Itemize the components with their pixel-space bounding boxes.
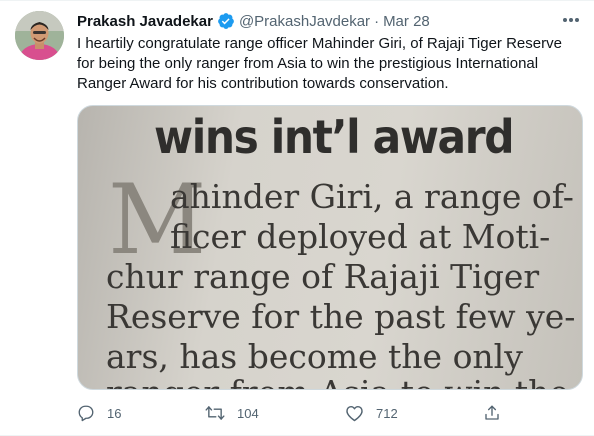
share-icon — [483, 404, 501, 422]
reply-icon — [77, 404, 95, 422]
tweet-text: I heartily congratulate range officer Ma… — [77, 34, 577, 94]
avatar[interactable] — [15, 11, 64, 60]
tweet-timestamp[interactable]: Mar 28 — [383, 13, 430, 30]
verified-badge-icon — [217, 12, 235, 30]
author-name[interactable]: Prakash Javadekar — [77, 13, 213, 30]
avatar-image — [15, 11, 64, 60]
clipping-line: ahinder Giri, a range of- — [170, 177, 574, 216]
tweet[interactable]: Prakash Javadekar @PrakashJavdekar · Mar… — [0, 0, 594, 436]
author-handle[interactable]: @PrakashJavdekar — [239, 13, 370, 30]
tweet-text-line: I heartily congratulate range officer Ma… — [77, 35, 562, 52]
clipping-line: Reserve for the past few ye- — [106, 297, 576, 336]
separator-dot: · — [374, 12, 380, 30]
share-button[interactable] — [483, 401, 501, 425]
like-count: 712 — [376, 405, 398, 421]
newspaper-clipping: wins int’l award M ahinder Giri, a range… — [78, 106, 582, 389]
tweet-actions: 16 104 712 — [77, 401, 507, 425]
more-options-icon[interactable] — [560, 11, 582, 29]
tweet-text-line: for being the only ranger from Asia to w… — [77, 55, 539, 72]
tweet-header: Prakash Javadekar @PrakashJavdekar · Mar… — [77, 12, 574, 30]
tweet-text-line: Ranger Award for his contribution toward… — [77, 75, 449, 92]
reply-button[interactable]: 16 — [77, 401, 121, 425]
retweet-icon — [205, 404, 225, 422]
clipping-line: ars, has become the only — [106, 337, 523, 376]
clipping-headline: wins int’l award — [154, 110, 515, 164]
like-icon — [345, 404, 364, 422]
like-button[interactable]: 712 — [345, 401, 398, 425]
reply-count: 16 — [107, 405, 122, 421]
retweet-count: 104 — [237, 405, 259, 421]
retweet-button[interactable]: 104 — [205, 401, 259, 425]
tweet-photo[interactable]: wins int’l award M ahinder Giri, a range… — [77, 105, 583, 390]
clipping-line: ranger from Asia to win the — [106, 374, 569, 390]
clipping-line: ficer deployed at Moti- — [170, 217, 551, 256]
clipping-line: chur range of Rajaji Tiger — [106, 257, 540, 296]
